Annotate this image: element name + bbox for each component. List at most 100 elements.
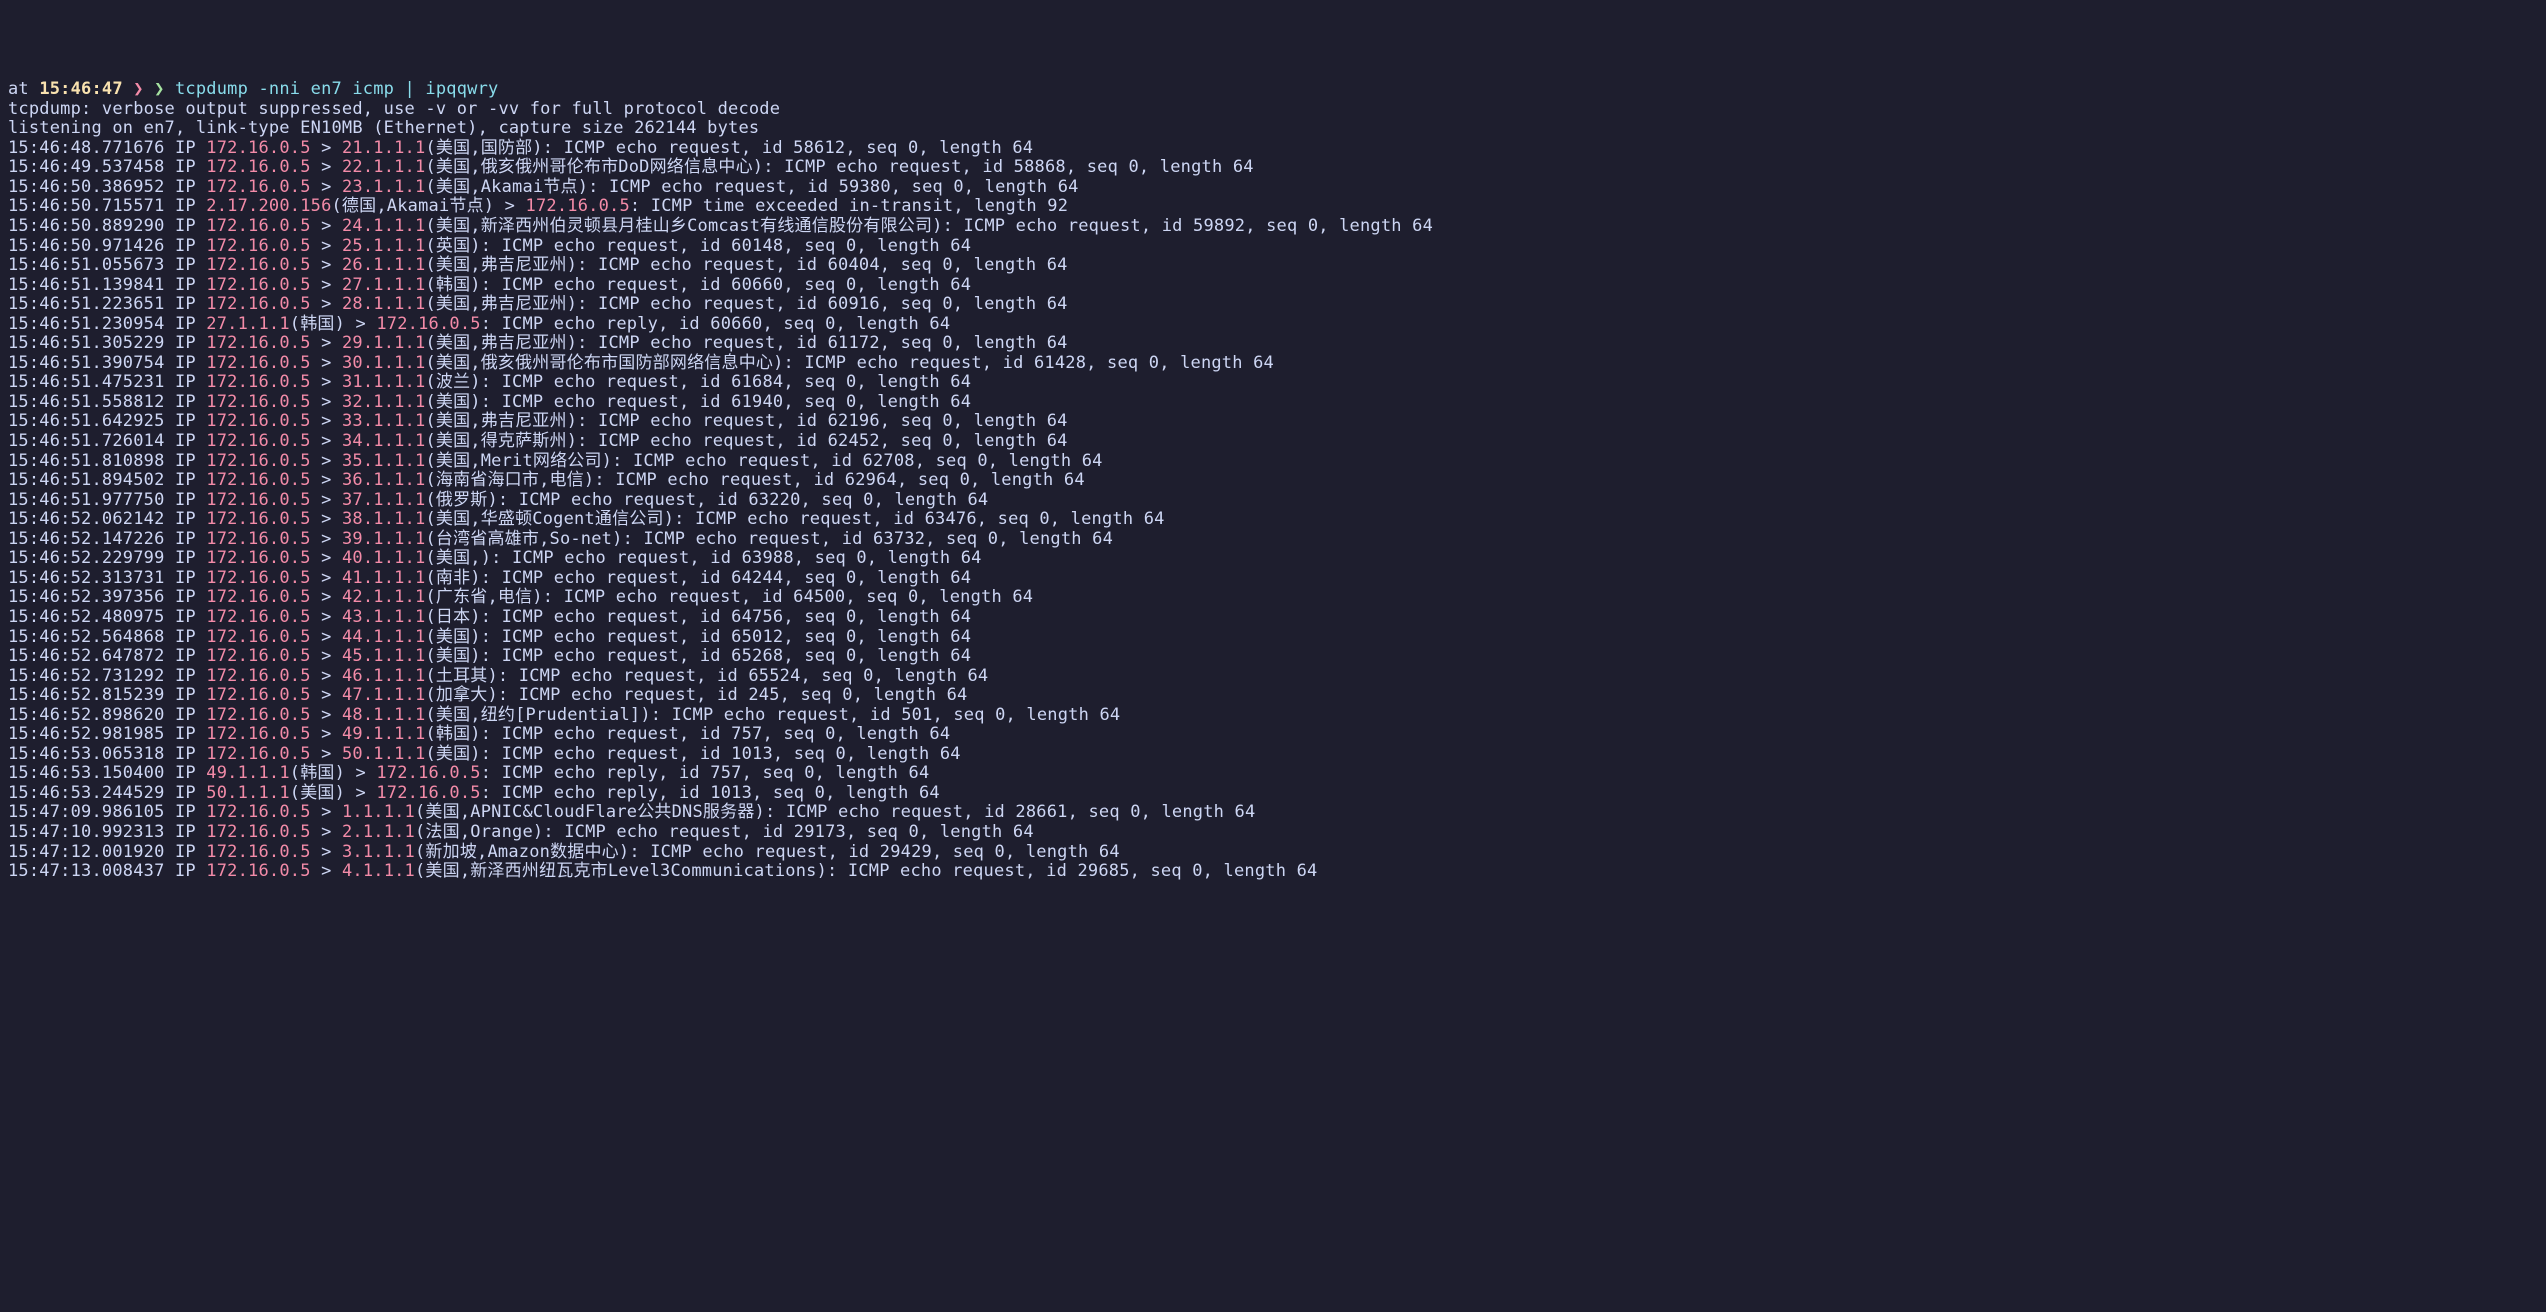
ip-label: IP (165, 822, 207, 842)
packet-details: : ICMP echo reply, id 1013, seq 0, lengt… (481, 783, 940, 803)
packet-details: : ICMP echo request, id 64500, seq 0, le… (543, 587, 1033, 607)
timestamp: 15:47:10.992313 (8, 822, 165, 842)
source-ip: 172.16.0.5 (206, 568, 310, 588)
packet-details: : ICMP echo request, id 29429, seq 0, le… (629, 842, 1119, 862)
timestamp: 15:46:50.715571 (8, 196, 165, 216)
location: (美国) (425, 744, 480, 764)
timestamp: 15:47:13.008437 (8, 861, 165, 881)
timestamp: 15:46:52.731292 (8, 666, 165, 686)
location: (美国,俄亥俄州哥伦布市国防部网络信息中心) (425, 353, 783, 373)
packet-line: 15:47:10.992313 IP 172.16.0.5 > 2.1.1.1(… (8, 823, 2538, 843)
timestamp: 15:46:51.230954 (8, 314, 165, 334)
dest-ip: 34.1.1.1 (342, 431, 425, 451)
dest-ip: 33.1.1.1 (342, 411, 425, 431)
source-ip: 172.16.0.5 (206, 372, 310, 392)
arrow-icon: > (311, 568, 342, 588)
packet-line: 15:46:52.062142 IP 172.16.0.5 > 38.1.1.1… (8, 510, 2538, 530)
packet-details: : ICMP echo reply, id 60660, seq 0, leng… (481, 314, 951, 334)
packet-line: 15:46:52.731292 IP 172.16.0.5 > 46.1.1.1… (8, 667, 2538, 687)
location: (韩国) (290, 314, 345, 334)
packet-line: 15:46:50.386952 IP 172.16.0.5 > 23.1.1.1… (8, 178, 2538, 198)
dest-ip: 1.1.1.1 (342, 802, 415, 822)
dest-ip: 29.1.1.1 (342, 333, 425, 353)
dest-ip: 172.16.0.5 (376, 783, 480, 803)
source-ip: 172.16.0.5 (206, 236, 310, 256)
location: (美国,弗吉尼亚州) (425, 411, 577, 431)
ip-label: IP (165, 802, 207, 822)
packet-line: 15:46:49.537458 IP 172.16.0.5 > 22.1.1.1… (8, 158, 2538, 178)
source-ip: 172.16.0.5 (206, 607, 310, 627)
arrow-icon: > (311, 333, 342, 353)
ip-label: IP (165, 587, 207, 607)
arrow-icon: > (311, 724, 342, 744)
prompt-time: 15:46:47 (39, 79, 122, 99)
timestamp: 15:46:51.475231 (8, 372, 165, 392)
location: (土耳其) (425, 666, 497, 686)
source-ip: 172.16.0.5 (206, 529, 310, 549)
packet-details: : ICMP echo request, id 245, seq 0, leng… (498, 685, 968, 705)
source-ip: 172.16.0.5 (206, 548, 310, 568)
arrow-icon: > (311, 842, 342, 862)
timestamp: 15:46:53.150400 (8, 763, 165, 783)
arrow-icon: > (311, 822, 342, 842)
packet-details: : ICMP echo request, id 61940, seq 0, le… (481, 392, 971, 412)
terminal-output[interactable]: at 15:46:47 ❯ ❯ tcpdump -nni en7 icmp | … (8, 80, 2538, 881)
packet-details: : ICMP echo request, id 63476, seq 0, le… (674, 509, 1164, 529)
arrow-icon: > (311, 216, 342, 236)
ip-label: IP (165, 196, 207, 216)
source-ip: 49.1.1.1 (206, 763, 289, 783)
source-ip: 172.16.0.5 (206, 685, 310, 705)
source-ip: 172.16.0.5 (206, 509, 310, 529)
arrow-icon: > (311, 470, 342, 490)
location: (加拿大) (425, 685, 497, 705)
packet-details: : ICMP echo request, id 58612, seq 0, le… (543, 138, 1033, 158)
dest-ip: 39.1.1.1 (342, 529, 425, 549)
arrow-icon: > (311, 744, 342, 764)
location: (美国,弗吉尼亚州) (425, 255, 577, 275)
arrow-icon: > (494, 196, 525, 216)
timestamp: 15:46:48.771676 (8, 138, 165, 158)
packet-details: : ICMP echo request, id 60404, seq 0, le… (577, 255, 1067, 275)
ip-label: IP (165, 861, 207, 881)
packet-line: 15:46:52.397356 IP 172.16.0.5 > 42.1.1.1… (8, 588, 2538, 608)
location: (美国) (425, 392, 480, 412)
location: (美国,新泽西州纽瓦克市Level3Communications) (415, 861, 827, 881)
packet-details: : ICMP echo request, id 62196, seq 0, le… (577, 411, 1067, 431)
dest-ip: 40.1.1.1 (342, 548, 425, 568)
packet-details: : ICMP echo request, id 59892, seq 0, le… (943, 216, 1433, 236)
timestamp: 15:46:52.397356 (8, 587, 165, 607)
prompt-arrow-icon: ❯ (133, 79, 143, 99)
ip-label: IP (165, 744, 207, 764)
packet-details: : ICMP echo request, id 65268, seq 0, le… (481, 646, 971, 666)
location: (南非) (425, 568, 480, 588)
ip-label: IP (165, 411, 207, 431)
source-ip: 172.16.0.5 (206, 138, 310, 158)
dest-ip: 47.1.1.1 (342, 685, 425, 705)
packet-details: : ICMP time exceeded in-transit, length … (630, 196, 1068, 216)
ip-label: IP (165, 607, 207, 627)
source-ip: 172.16.0.5 (206, 216, 310, 236)
packet-line: 15:46:50.971426 IP 172.16.0.5 > 25.1.1.1… (8, 237, 2538, 257)
ip-label: IP (165, 646, 207, 666)
arrow-icon: > (345, 783, 376, 803)
tcpdump-header-1: tcpdump: verbose output suppressed, use … (8, 99, 780, 119)
packet-details: : ICMP echo request, id 62708, seq 0, le… (612, 451, 1102, 471)
ip-label: IP (165, 138, 207, 158)
packet-line: 15:46:53.065318 IP 172.16.0.5 > 50.1.1.1… (8, 745, 2538, 765)
source-ip: 172.16.0.5 (206, 411, 310, 431)
packet-details: : ICMP echo request, id 61428, seq 0, le… (784, 353, 1274, 373)
arrow-icon: > (311, 353, 342, 373)
location: (波兰) (425, 372, 480, 392)
source-ip: 172.16.0.5 (206, 431, 310, 451)
arrow-icon: > (311, 275, 342, 295)
arrow-icon: > (311, 392, 342, 412)
timestamp: 15:46:52.313731 (8, 568, 165, 588)
dest-ip: 46.1.1.1 (342, 666, 425, 686)
packet-line: 15:46:53.150400 IP 49.1.1.1(韩国) > 172.16… (8, 764, 2538, 784)
timestamp: 15:46:53.065318 (8, 744, 165, 764)
arrow-icon: > (311, 587, 342, 607)
ip-label: IP (165, 216, 207, 236)
location: (美国,Akamai节点) (425, 177, 588, 197)
packet-details: : ICMP echo request, id 64756, seq 0, le… (481, 607, 971, 627)
location: (海南省海口市,电信) (425, 470, 594, 490)
